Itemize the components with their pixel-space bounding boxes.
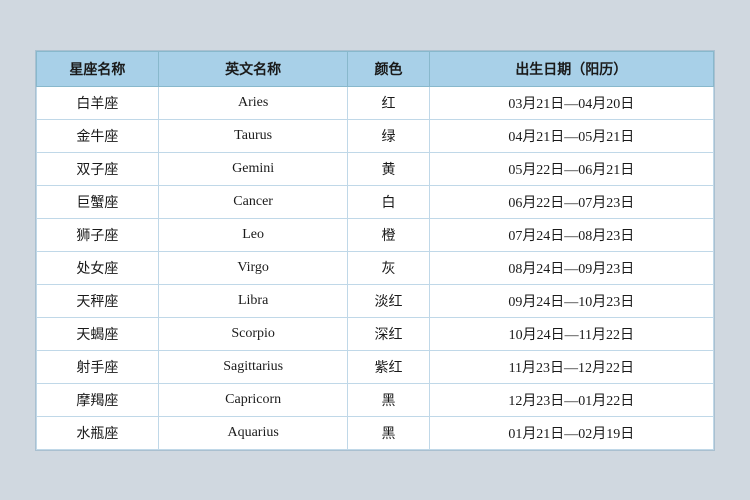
zodiac-table: 星座名称 英文名称 颜色 出生日期（阳历） 白羊座Aries红03月21日—04…: [36, 51, 714, 450]
cell-color: 黑: [348, 416, 429, 449]
cell-chinese: 天蝎座: [37, 317, 159, 350]
cell-chinese: 白羊座: [37, 86, 159, 119]
header-english: 英文名称: [158, 51, 348, 86]
cell-color: 紫红: [348, 350, 429, 383]
cell-color: 白: [348, 185, 429, 218]
table-row: 水瓶座Aquarius黑01月21日—02月19日: [37, 416, 714, 449]
cell-chinese: 射手座: [37, 350, 159, 383]
cell-color: 深红: [348, 317, 429, 350]
cell-chinese: 天秤座: [37, 284, 159, 317]
cell-english: Virgo: [158, 251, 348, 284]
table-row: 双子座Gemini黄05月22日—06月21日: [37, 152, 714, 185]
table-row: 巨蟹座Cancer白06月22日—07月23日: [37, 185, 714, 218]
table-header-row: 星座名称 英文名称 颜色 出生日期（阳历）: [37, 51, 714, 86]
cell-english: Aquarius: [158, 416, 348, 449]
cell-english: Libra: [158, 284, 348, 317]
header-date: 出生日期（阳历）: [429, 51, 713, 86]
cell-date: 11月23日—12月22日: [429, 350, 713, 383]
cell-color: 淡红: [348, 284, 429, 317]
cell-color: 黄: [348, 152, 429, 185]
cell-english: Sagittarius: [158, 350, 348, 383]
zodiac-table-container: 星座名称 英文名称 颜色 出生日期（阳历） 白羊座Aries红03月21日—04…: [35, 50, 715, 451]
cell-color: 橙: [348, 218, 429, 251]
cell-color: 绿: [348, 119, 429, 152]
header-color: 颜色: [348, 51, 429, 86]
cell-date: 05月22日—06月21日: [429, 152, 713, 185]
cell-english: Aries: [158, 86, 348, 119]
table-body: 白羊座Aries红03月21日—04月20日金牛座Taurus绿04月21日—0…: [37, 86, 714, 449]
cell-chinese: 双子座: [37, 152, 159, 185]
cell-date: 04月21日—05月21日: [429, 119, 713, 152]
table-row: 天秤座Libra淡红09月24日—10月23日: [37, 284, 714, 317]
cell-english: Leo: [158, 218, 348, 251]
cell-chinese: 摩羯座: [37, 383, 159, 416]
table-row: 处女座Virgo灰08月24日—09月23日: [37, 251, 714, 284]
cell-english: Cancer: [158, 185, 348, 218]
cell-date: 08月24日—09月23日: [429, 251, 713, 284]
cell-english: Scorpio: [158, 317, 348, 350]
table-row: 金牛座Taurus绿04月21日—05月21日: [37, 119, 714, 152]
cell-chinese: 水瓶座: [37, 416, 159, 449]
cell-english: Gemini: [158, 152, 348, 185]
cell-date: 01月21日—02月19日: [429, 416, 713, 449]
cell-date: 07月24日—08月23日: [429, 218, 713, 251]
cell-date: 10月24日—11月22日: [429, 317, 713, 350]
cell-color: 红: [348, 86, 429, 119]
cell-date: 03月21日—04月20日: [429, 86, 713, 119]
cell-date: 12月23日—01月22日: [429, 383, 713, 416]
table-row: 射手座Sagittarius紫红11月23日—12月22日: [37, 350, 714, 383]
cell-english: Taurus: [158, 119, 348, 152]
cell-date: 09月24日—10月23日: [429, 284, 713, 317]
cell-chinese: 狮子座: [37, 218, 159, 251]
cell-chinese: 处女座: [37, 251, 159, 284]
header-chinese: 星座名称: [37, 51, 159, 86]
table-row: 摩羯座Capricorn黑12月23日—01月22日: [37, 383, 714, 416]
cell-color: 黑: [348, 383, 429, 416]
cell-date: 06月22日—07月23日: [429, 185, 713, 218]
cell-english: Capricorn: [158, 383, 348, 416]
table-row: 白羊座Aries红03月21日—04月20日: [37, 86, 714, 119]
cell-chinese: 金牛座: [37, 119, 159, 152]
cell-chinese: 巨蟹座: [37, 185, 159, 218]
table-row: 狮子座Leo橙07月24日—08月23日: [37, 218, 714, 251]
table-row: 天蝎座Scorpio深红10月24日—11月22日: [37, 317, 714, 350]
cell-color: 灰: [348, 251, 429, 284]
